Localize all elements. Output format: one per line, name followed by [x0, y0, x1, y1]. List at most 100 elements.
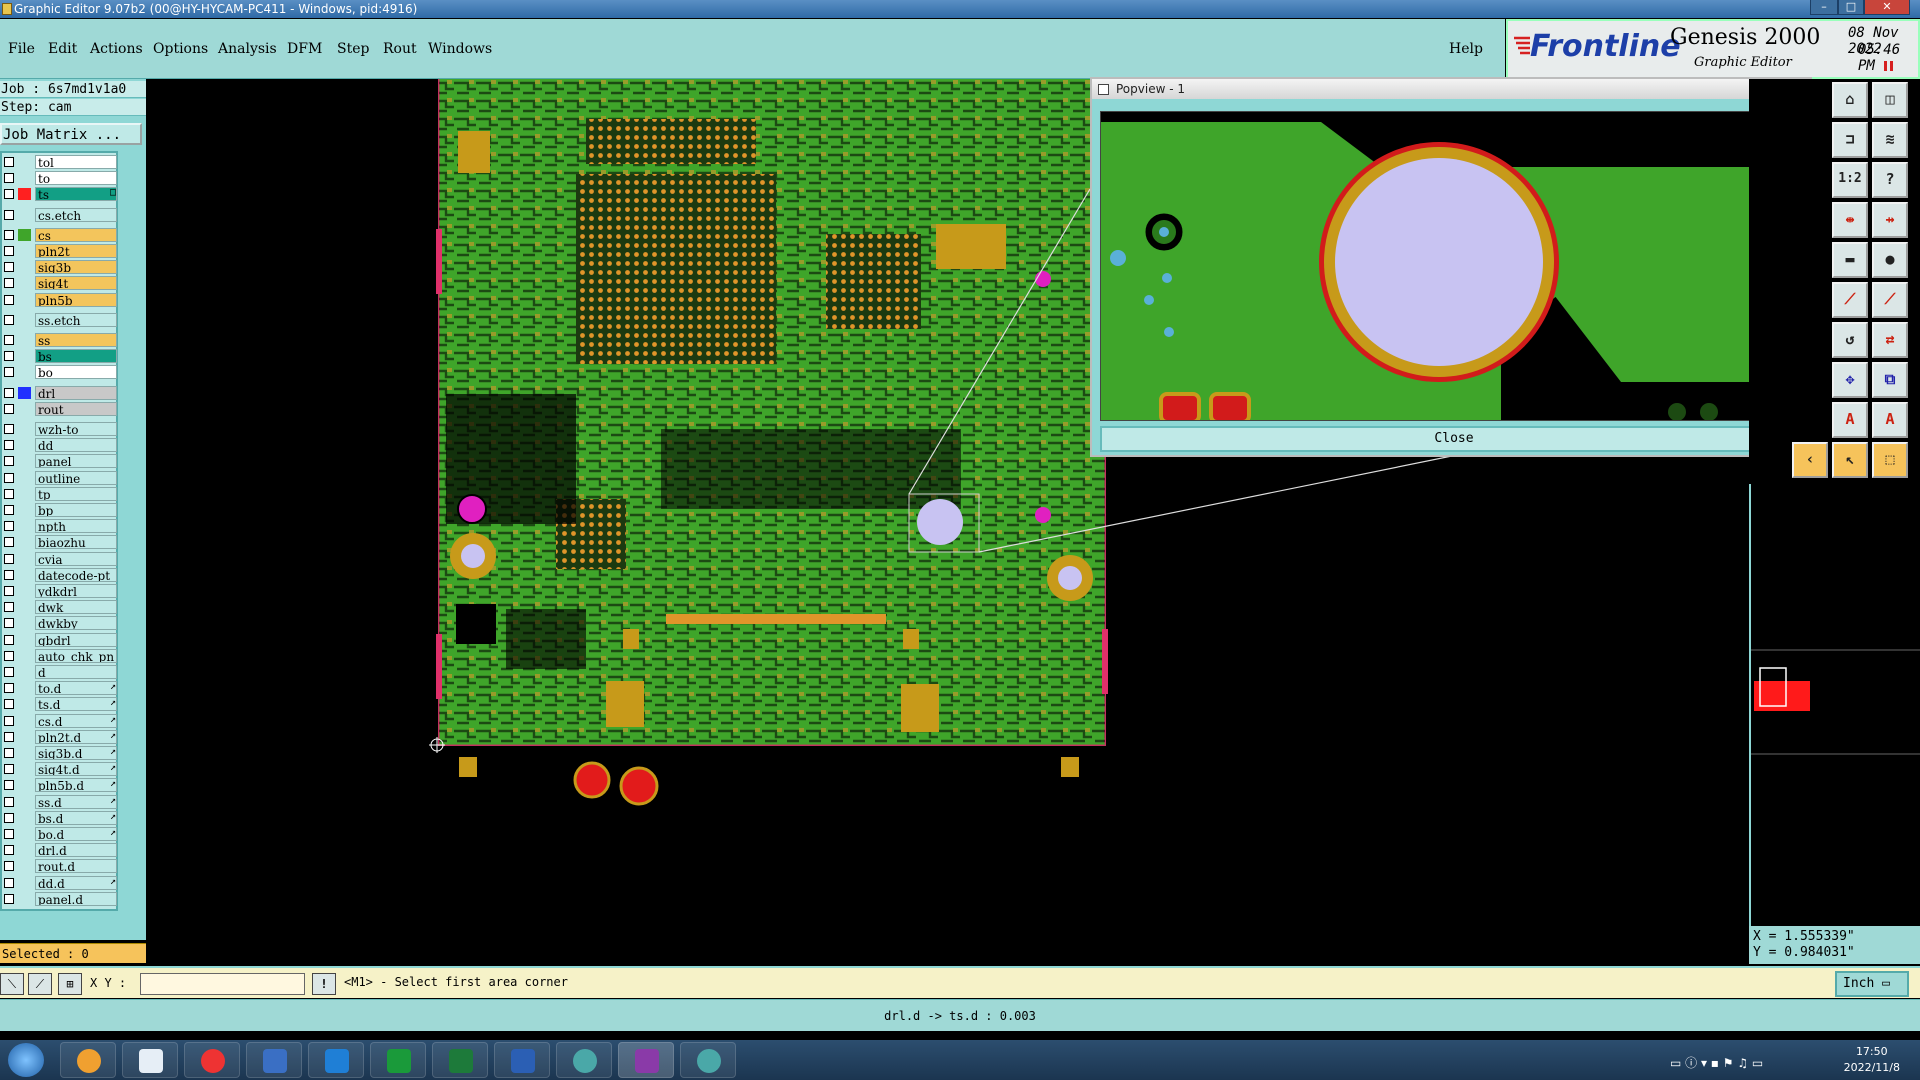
- layer-row-to-d[interactable]: to.d ↗: [2, 681, 120, 696]
- menu-analysis[interactable]: Analysis: [218, 41, 277, 57]
- layer-row-ss-d[interactable]: ss.d ↗: [2, 794, 120, 810]
- layer-row-dwkby[interactable]: dwkby: [2, 616, 120, 631]
- copy-icon[interactable]: ⧉: [1872, 362, 1908, 398]
- layer-row-pln2t[interactable]: pln2t: [2, 244, 120, 259]
- layer-checkbox[interactable]: [4, 537, 14, 548]
- zoom-area-icon[interactable]: ⊐: [1832, 122, 1868, 158]
- layer-row-ydkdrl[interactable]: ydkdrl: [2, 584, 120, 599]
- layer-row-gbdrl[interactable]: gbdrl: [2, 632, 120, 648]
- layer-row-rout[interactable]: rout: [2, 401, 120, 417]
- taskbar-app-save[interactable]: [246, 1042, 302, 1078]
- layer-row-drl-d[interactable]: drl.d: [2, 843, 120, 858]
- layer-checkbox[interactable]: [4, 456, 14, 467]
- layer-name[interactable]: ts: [35, 187, 117, 202]
- taskbar-app-word[interactable]: [494, 1042, 550, 1078]
- layer-checkbox[interactable]: [4, 209, 14, 220]
- menu-options[interactable]: Options: [153, 41, 208, 57]
- layer-row-sig3b-d[interactable]: sig3b.d ↗: [2, 746, 120, 761]
- menu-rout[interactable]: Rout: [383, 41, 417, 57]
- layer-name[interactable]: bs: [35, 349, 117, 364]
- layer-name[interactable]: ss.etch: [35, 312, 117, 327]
- layer-name[interactable]: dwk: [35, 600, 117, 615]
- layer-row-wzh-to[interactable]: wzh-to: [2, 422, 120, 437]
- layer-row-drl[interactable]: drl: [2, 385, 120, 401]
- layer-checkbox[interactable]: [4, 731, 14, 742]
- layer-color-swatch[interactable]: [18, 386, 31, 399]
- help-query-icon[interactable]: ?: [1872, 162, 1908, 198]
- layer-checkbox[interactable]: [4, 586, 14, 596]
- layer-name[interactable]: tol: [35, 155, 117, 169]
- layer-row-pln5b[interactable]: pln5b: [2, 292, 120, 308]
- layer-row-bp[interactable]: bp: [2, 503, 120, 518]
- layer-checkbox[interactable]: [4, 229, 14, 240]
- layer-row-dd[interactable]: dd: [2, 438, 120, 453]
- window-close-button[interactable]: ✕: [1864, 0, 1910, 15]
- layer-name[interactable]: gbdrl: [35, 632, 117, 647]
- layer-name[interactable]: panel: [35, 454, 117, 469]
- layer-name[interactable]: d: [35, 665, 117, 679]
- layer-checkbox[interactable]: [4, 189, 14, 200]
- layer-name[interactable]: auto_chk_pn: [35, 648, 117, 663]
- layer-checkbox[interactable]: [4, 861, 14, 872]
- popview-canvas[interactable]: [1100, 108, 1770, 424]
- layer-row-bs-d[interactable]: bs.d ↗: [2, 810, 120, 826]
- layer-name[interactable]: rout.d: [35, 859, 117, 874]
- popview-close-button[interactable]: Close: [1100, 426, 1808, 452]
- mode-feature-icon[interactable]: ⟍: [0, 973, 24, 995]
- layer-row-cs[interactable]: cs: [2, 227, 120, 243]
- xy-input[interactable]: [140, 973, 305, 995]
- layer-row-sig3b[interactable]: sig3b: [2, 260, 120, 275]
- layer-row-sig4t[interactable]: sig4t: [2, 276, 120, 291]
- layer-color-swatch[interactable]: [18, 228, 31, 241]
- layer-name[interactable]: sig3b: [35, 260, 117, 275]
- layer-row-dwk[interactable]: dwk: [2, 600, 120, 615]
- window-layout-icon[interactable]: ◫: [1872, 82, 1908, 118]
- start-button[interactable]: [8, 1043, 44, 1077]
- layer-checkbox[interactable]: [4, 829, 14, 839]
- layer-checkbox[interactable]: [4, 667, 14, 677]
- snap-icon[interactable]: ⇸: [1872, 202, 1908, 238]
- layer-checkbox[interactable]: [4, 351, 14, 362]
- layer-name[interactable]: bo: [35, 365, 117, 380]
- layer-checkbox[interactable]: [4, 521, 14, 532]
- layer-row-pln5b-d[interactable]: pln5b.d ↗: [2, 778, 120, 793]
- layer-row-cs-d[interactable]: cs.d ↗: [2, 713, 120, 729]
- menu-edit[interactable]: Edit: [48, 41, 77, 57]
- layer-row-dd-d[interactable]: dd.d ↗: [2, 875, 120, 891]
- layer-checkbox[interactable]: [4, 699, 14, 710]
- layer-row-rout-d[interactable]: rout.d: [2, 859, 120, 874]
- layer-checkbox[interactable]: [4, 278, 14, 289]
- menu-file[interactable]: File: [8, 41, 35, 57]
- measure-icon[interactable]: ⇹: [1832, 202, 1868, 238]
- layer-row-outline[interactable]: outline: [2, 470, 120, 486]
- layer-name[interactable]: tp: [35, 486, 117, 501]
- taskbar-app-notepad[interactable]: [122, 1042, 178, 1078]
- layer-row-datecode-pt[interactable]: datecode-pt: [2, 567, 120, 583]
- layer-row-ss-etch[interactable]: ss.etch: [2, 312, 120, 328]
- layer-row-ts[interactable]: ts □: [2, 187, 120, 202]
- layer-checkbox[interactable]: [4, 173, 14, 184]
- taskbar-app-x[interactable]: [618, 1042, 674, 1078]
- text-a-alt-icon[interactable]: A: [1872, 402, 1908, 438]
- layer-name[interactable]: bp: [35, 503, 117, 517]
- job-matrix-button[interactable]: Job Matrix ...: [0, 123, 142, 145]
- layer-row-tp[interactable]: tp: [2, 486, 120, 502]
- layer-checkbox[interactable]: [4, 893, 14, 904]
- taskbar-app-genesis[interactable]: [556, 1042, 612, 1078]
- layer-checkbox[interactable]: [4, 335, 14, 345]
- layer-name[interactable]: pln2t: [35, 244, 117, 258]
- layer-checkbox[interactable]: [4, 262, 14, 273]
- layer-row-ts-d[interactable]: ts.d ↗: [2, 697, 120, 712]
- layer-name[interactable]: ss.d: [35, 794, 117, 809]
- nav-left-icon[interactable]: ‹: [1792, 442, 1828, 478]
- layer-checkbox[interactable]: [4, 715, 14, 726]
- layer-name[interactable]: cs.d: [35, 713, 117, 728]
- layer-name[interactable]: drl: [35, 385, 117, 400]
- layer-row-cvia[interactable]: cvia: [2, 551, 120, 567]
- layer-name[interactable]: bo.d: [35, 827, 117, 841]
- select-pointer-icon[interactable]: ↖: [1832, 442, 1868, 478]
- layer-checkbox[interactable]: [4, 440, 14, 451]
- layer-checkbox[interactable]: [4, 602, 14, 613]
- add-arc-icon[interactable]: ⟋: [1872, 282, 1908, 318]
- layer-name[interactable]: dd.d: [35, 875, 117, 890]
